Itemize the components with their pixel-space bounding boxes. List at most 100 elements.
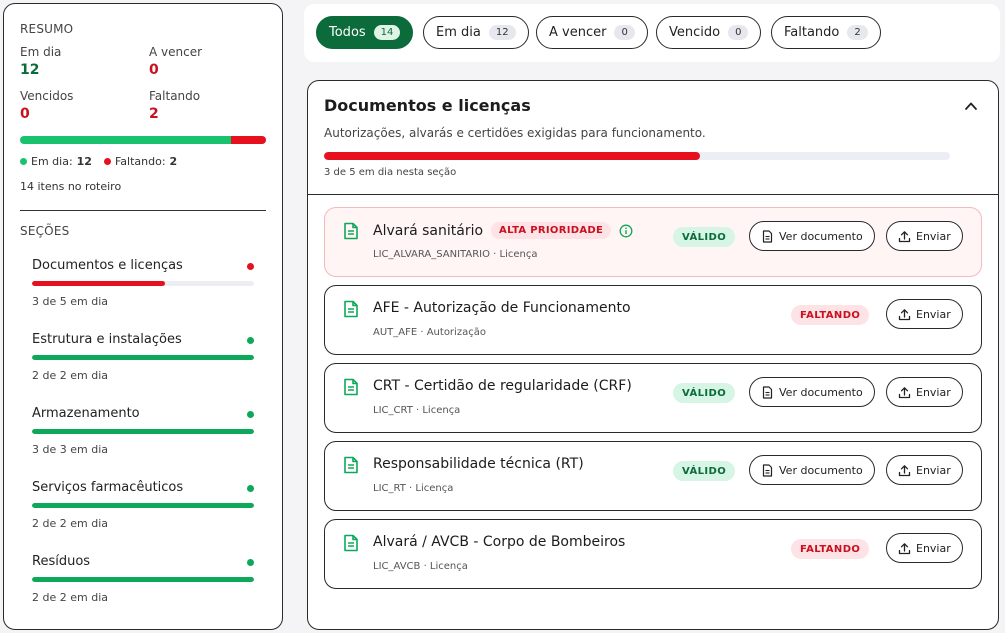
section-progress-fill [32,429,254,434]
document-title-row: Alvará / AVCB - Corpo de Bombeiros [373,534,625,550]
sidebar-section-note: 2 de 2 em dia [32,369,108,382]
view-document-button[interactable]: Ver documento [749,455,875,485]
filter-chip-vencido[interactable]: Vencido 0 [656,16,762,49]
section-header: Documentos e licenças Autorizações, alva… [308,81,998,195]
summary-panel: RESUMO Em dia 12 A vencer 0 Vencidos 0 F… [3,3,283,630]
filter-chip-count: 14 [373,25,401,40]
document-code: LIC_RT · Licença [373,483,454,494]
upload-button[interactable]: Enviar [886,533,963,563]
stat-vencidos: Vencidos 0 [20,89,74,122]
section-title: Documentos e licenças [324,96,531,115]
info-icon[interactable] [619,224,633,238]
stat-em-dia: Em dia 12 [20,45,62,78]
sidebar-section-note: 2 de 2 em dia [32,517,108,530]
sidebar-section-item[interactable]: Documentos e licenças 3 de 5 em dia [32,258,254,308]
filter-chip-a-vencer[interactable]: A vencer 0 [536,16,648,49]
upload-button[interactable]: Enviar [886,455,963,485]
filter-chip-count: 0 [614,25,635,40]
document-code: LIC_AVCB · Licença [373,561,468,572]
sidebar-section-name: Armazenamento [32,406,140,421]
document-code: LIC_CRT · Licença [373,405,461,416]
summary-divider [20,210,266,211]
document-status-badge: VÁLIDO [673,461,736,481]
upload-icon [898,542,911,555]
filter-chip-count: 2 [847,25,868,40]
priority-badge: ALTA PRIORIDADE [491,222,612,239]
filter-chip-label: Vencido [669,25,721,40]
sections-title: SEÇÕES [20,224,70,238]
section-progress-fill [32,355,254,360]
section-panel-documentos: Documentos e licenças Autorizações, alva… [307,80,999,630]
stat-a-vencer: A vencer 0 [149,45,203,78]
stat-a-vencer-value: 0 [149,62,159,78]
document-card: CRT - Certidão de regularidade (CRF) LIC_… [324,363,982,433]
upload-icon [898,386,911,399]
chevron-up-icon[interactable] [964,99,978,113]
section-status-dot [247,263,254,270]
sidebar-section-name: Estrutura e instalações [32,332,182,347]
document-title-row: Alvará sanitário ALTA PRIORIDADE [373,222,633,239]
document-view-icon [761,463,774,477]
section-progress-track [32,577,254,582]
document-card: Alvará sanitário ALTA PRIORIDADE LIC_ALVAR… [324,207,982,277]
section-progress-track [32,429,254,434]
upload-icon [898,308,911,321]
section-progress-track [32,355,254,360]
upload-button[interactable]: Enviar [886,299,963,329]
sidebar-section-name: Serviços farmacêuticos [32,480,184,495]
filter-chip-label: Em dia [436,25,481,40]
document-title: CRT - Certidão de regularidade (CRF) [373,378,632,394]
filter-chip-em-dia[interactable]: Em dia 12 [423,16,529,49]
stat-faltando: Faltando 2 [149,89,201,122]
upload-button[interactable]: Enviar [886,221,963,251]
document-icon [343,534,359,552]
filter-bar: Todos 14 Em dia 12 A vencer 0 Vencido 0 Faltando… [304,4,1000,62]
summary-progress-missing [230,136,266,144]
legend-ok-dot [20,158,27,165]
document-status-badge: VÁLIDO [673,383,736,403]
filter-chip-label: Faltando [784,25,840,40]
document-code: AUT_AFE · Autorização [373,327,486,338]
document-icon [343,456,359,474]
section-progress-fill [32,281,166,286]
section-status-dot [247,337,254,344]
document-icon [343,378,359,396]
sidebar-section-item[interactable]: Serviços farmacêuticos 2 de 2 em dia [32,480,254,530]
document-title-row: AFE - Autorização de Funcionamento [373,300,631,316]
upload-icon [898,230,911,243]
sidebar-section-item[interactable]: Resíduos 2 de 2 em dia [32,554,254,604]
filter-chip-faltando[interactable]: Faltando 2 [771,16,881,49]
sidebar-section-item[interactable]: Armazenamento 3 de 3 em dia [32,406,254,456]
document-title-row: Responsabilidade técnica (RT) [373,456,584,472]
document-status-badge: VÁLIDO [673,227,736,247]
view-document-button[interactable]: Ver documento [749,221,875,251]
section-status-dot [247,559,254,566]
sidebar-section-note: 3 de 5 em dia [32,295,108,308]
section-progress-fill [32,503,254,508]
items-count-note: 14 itens no roteiro [20,180,122,193]
stat-vencidos-value: 0 [20,106,30,122]
legend-missing-dot [103,158,111,165]
document-view-icon [761,385,774,399]
section-progress-note: 3 de 5 em dia nesta seção [324,167,457,178]
sidebar-section-item[interactable]: Estrutura e instalações 2 de 2 em dia [32,332,254,382]
stat-faltando-value: 2 [149,106,159,122]
filter-chip-count: 0 [728,25,749,40]
section-subtitle: Autorizações, alvarás e certidões exigid… [324,126,706,140]
document-title: Alvará sanitário [373,222,484,239]
sidebar-section-note: 3 de 3 em dia [32,443,108,456]
filter-chip-todos[interactable]: Todos 14 [316,16,414,49]
sidebar-section-note: 2 de 2 em dia [32,591,108,604]
stat-em-dia-value: 12 [20,62,40,78]
summary-progress-bar [20,136,266,144]
summary-legend: Em dia: 12 Faltando: 2 [20,155,177,168]
filter-chip-count: 12 [488,25,516,40]
document-icon [343,222,359,240]
document-code: LIC_ALVARA_SANITARIO · Licença [373,249,538,260]
upload-icon [898,464,911,477]
section-progress-track [32,281,254,286]
document-icon [343,300,359,318]
section-progress-bar [324,152,950,160]
view-document-button[interactable]: Ver documento [749,377,875,407]
upload-button[interactable]: Enviar [886,377,963,407]
